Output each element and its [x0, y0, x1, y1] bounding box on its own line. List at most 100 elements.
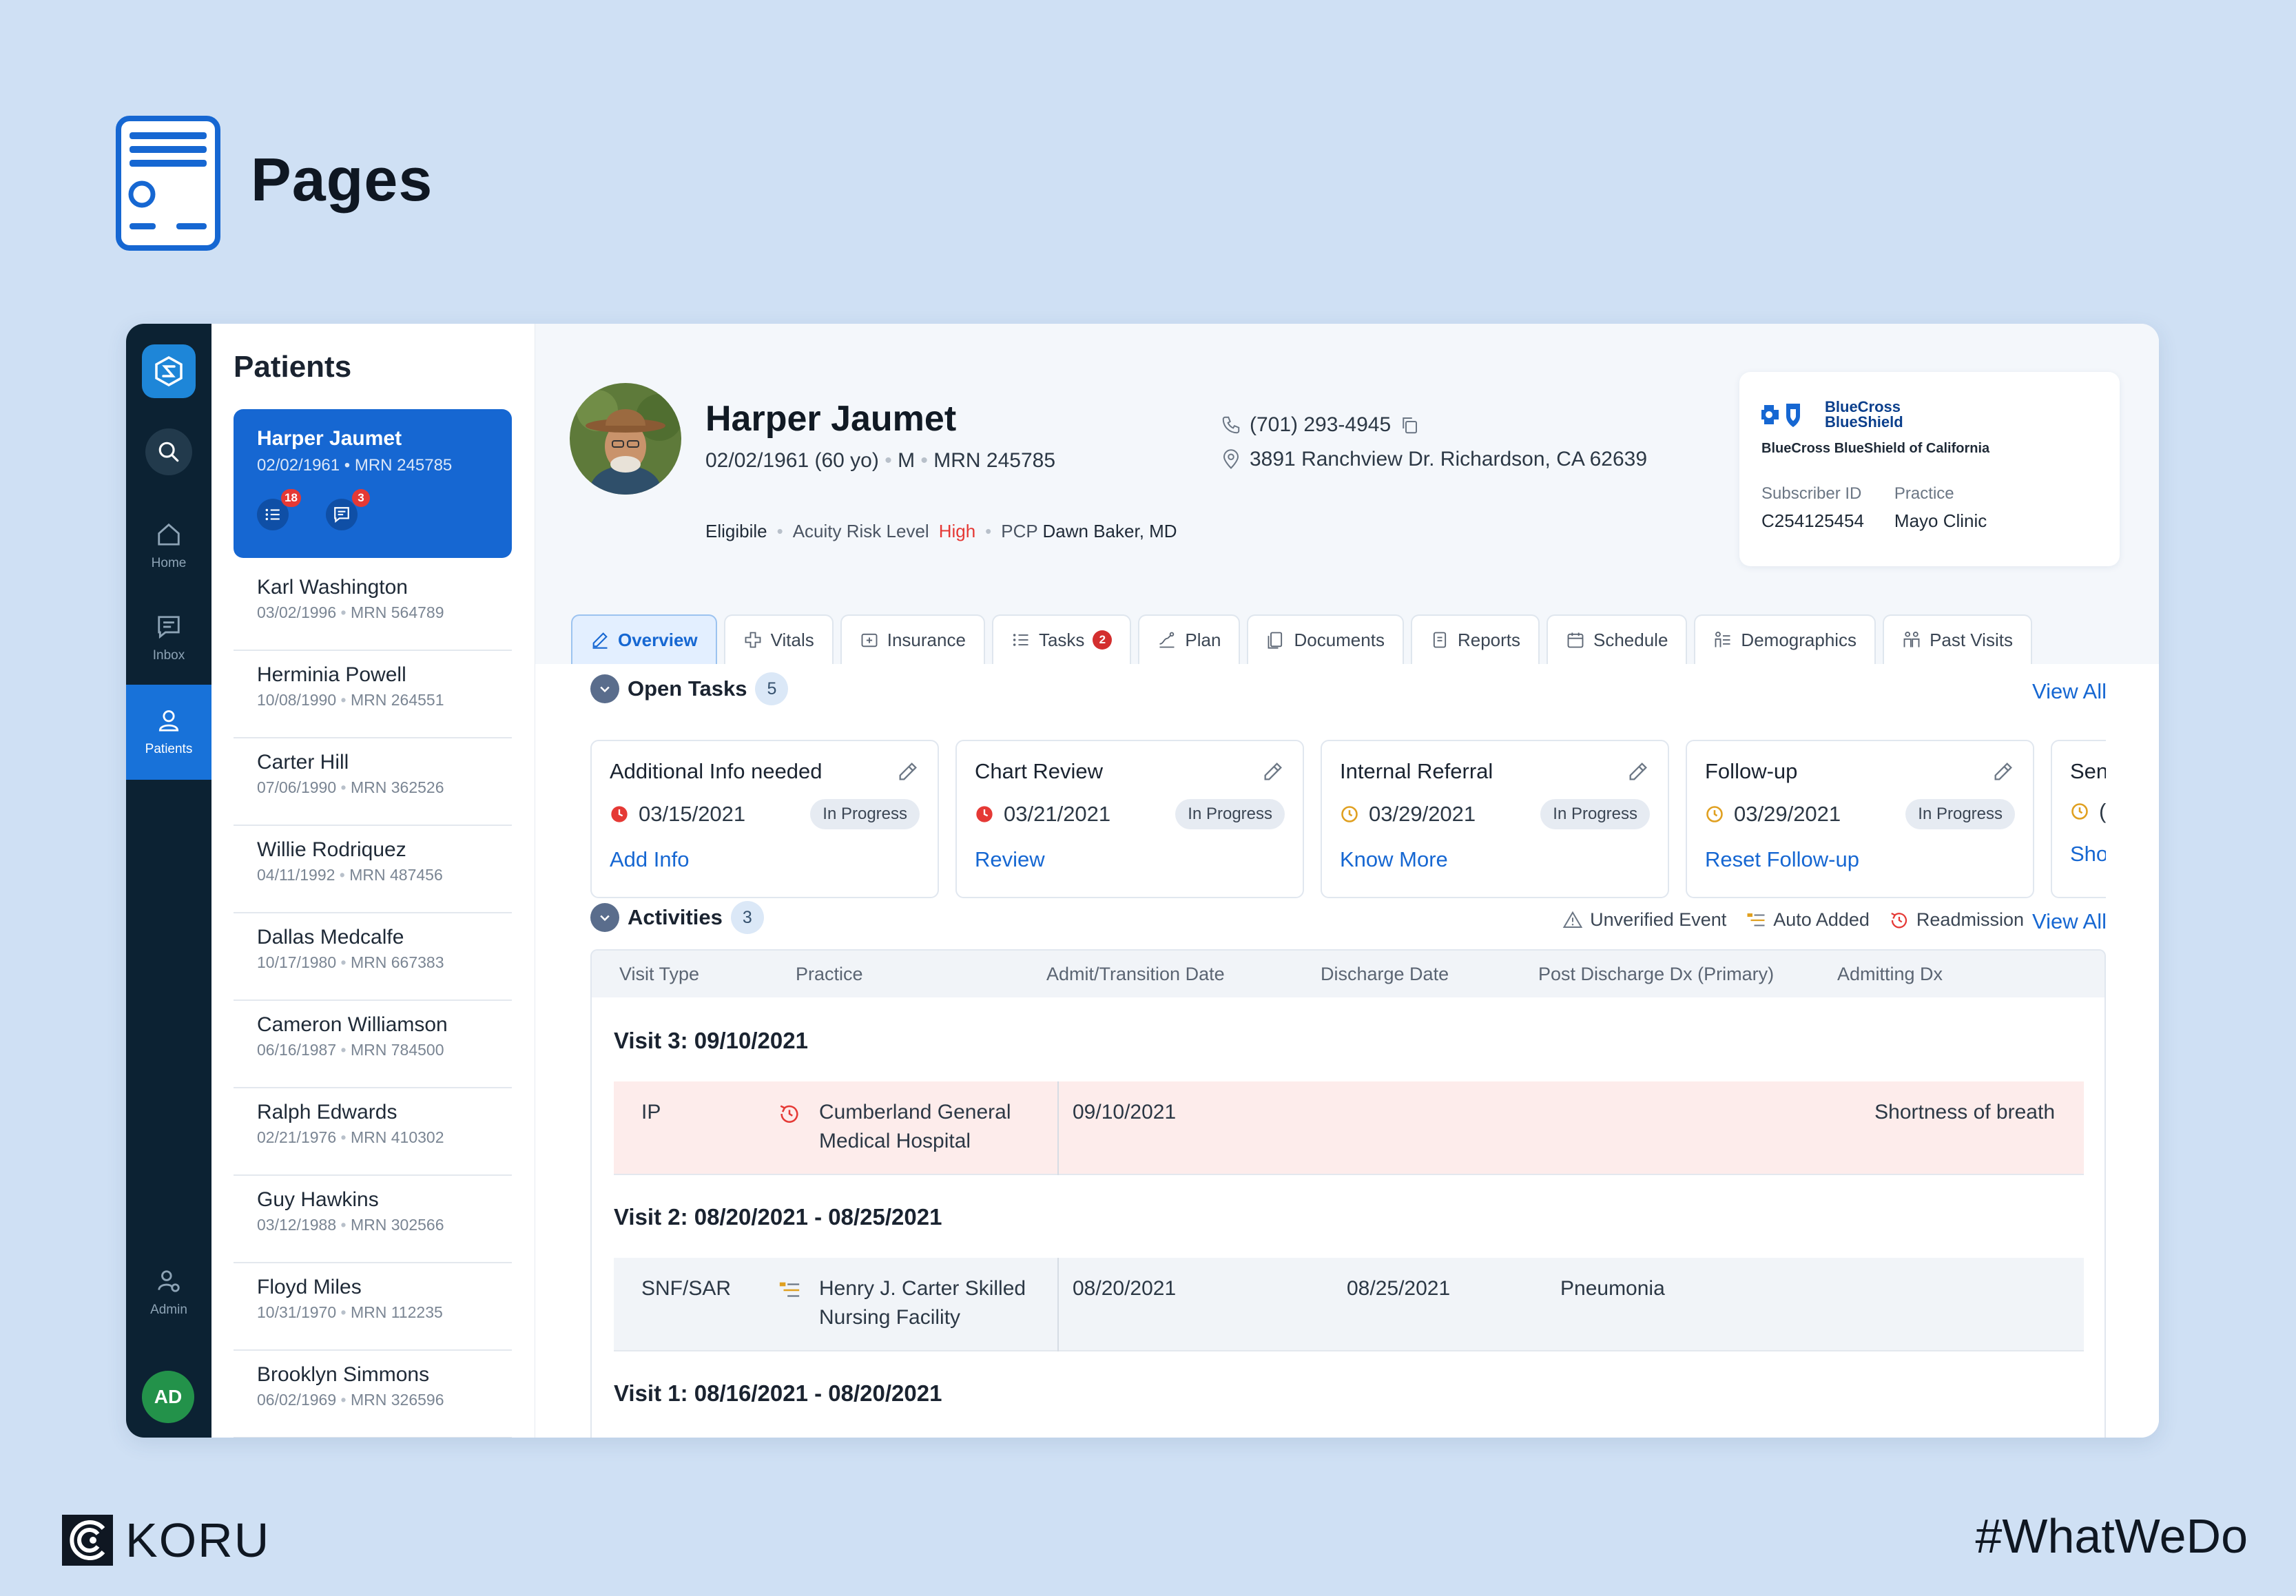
- task-action-link[interactable]: Know More: [1340, 847, 1650, 872]
- task-action-link[interactable]: Add Info: [610, 847, 920, 872]
- patient-meta: 04/11/1992 • MRN 487456: [257, 866, 443, 884]
- patient-item[interactable]: Karl Washington 03/02/1996 • MRN 564789: [234, 563, 512, 651]
- task-card[interactable]: Follow-up 03/29/2021 In Progress Reset Foll…: [1686, 740, 2034, 898]
- patient-item[interactable]: Floyd Miles 10/31/1970 • MRN 112235: [234, 1263, 512, 1351]
- patient-sex: M: [898, 449, 916, 472]
- patient-dob: 02/21/1976: [257, 1128, 337, 1146]
- list-icon: [1013, 634, 1028, 646]
- activities-count: 3: [730, 901, 764, 934]
- visit-discharge-date: 08/25/2021: [1347, 1277, 1451, 1300]
- patient-meta: 06/02/1969 • MRN 326596: [257, 1391, 444, 1409]
- patient-item[interactable]: Ralph Edwards 02/21/1976 • MRN 410302: [234, 1088, 512, 1176]
- column-header[interactable]: Discharge Date: [1321, 964, 1449, 985]
- column-header[interactable]: Visit Type: [619, 964, 699, 985]
- visit-type: SNF/SAR: [641, 1277, 732, 1300]
- patient-item[interactable]: Willie Rodriquez 04/11/1992 • MRN 487456: [234, 826, 512, 913]
- practice-label: Practice: [1894, 484, 1954, 503]
- patient-mrn: MRN 564789: [350, 603, 444, 621]
- patient-item[interactable]: Brooklyn Simmons 06/02/1969 • MRN 326596: [234, 1351, 512, 1438]
- tab-schedule[interactable]: Schedule: [1547, 614, 1688, 664]
- task-action-link[interactable]: Sho: [2070, 842, 2106, 867]
- task-action-link[interactable]: Review: [975, 847, 1285, 872]
- tasks-badge-button[interactable]: 18: [257, 489, 301, 530]
- column-header[interactable]: Admitting Dx: [1837, 964, 1943, 985]
- tab-label: Schedule: [1593, 629, 1668, 650]
- column-header[interactable]: Practice: [796, 964, 863, 985]
- patient-item[interactable]: Herminia Powell 10/08/1990 • MRN 264551: [234, 651, 512, 738]
- patient-name: Guy Hawkins: [257, 1188, 379, 1211]
- tab-label: Insurance: [887, 629, 966, 650]
- tab-plan[interactable]: Plan: [1138, 614, 1241, 664]
- location-pin-icon: [1223, 449, 1239, 469]
- patient-name: Cameron Williamson: [257, 1013, 448, 1036]
- task-card[interactable]: Sen (Sho: [2051, 740, 2106, 898]
- clock-icon: [2070, 802, 2089, 821]
- patient-item[interactable]: Carter Hill 07/06/1990 • MRN 362526: [234, 738, 512, 826]
- table-row[interactable]: SNF/SAR Henry J. Carter Skilled Nursing …: [614, 1258, 2084, 1351]
- task-title: Internal Referral: [1340, 759, 1493, 783]
- chevron-down-icon[interactable]: [590, 674, 619, 703]
- task-card[interactable]: Internal Referral 03/29/2021 In Progress Kn…: [1321, 740, 1669, 898]
- tab-tasks[interactable]: Tasks 2: [991, 614, 1132, 664]
- task-title: Chart Review: [975, 759, 1104, 783]
- user-avatar[interactable]: AD: [142, 1371, 194, 1423]
- plan-icon: [1159, 632, 1175, 648]
- patient-item-active[interactable]: Harper Jaumet 02/02/1961 • MRN 245785 18…: [234, 409, 512, 558]
- tab-label: Tasks: [1038, 629, 1085, 650]
- edit-icon[interactable]: [1626, 760, 1650, 783]
- patient-dob: 06/02/1969: [257, 1391, 337, 1409]
- app-window: Home Inbox Patients Admin AD Patients Ha…: [126, 324, 2159, 1438]
- activities-header[interactable]: Activities 3: [590, 901, 764, 934]
- tab-demographics[interactable]: Demographics: [1694, 614, 1876, 664]
- visit-type: IP: [641, 1101, 661, 1123]
- patient-name: Karl Washington: [257, 576, 408, 599]
- bluecross-logo-icon: [1761, 404, 1800, 427]
- tab-past-visits[interactable]: Past Visits: [1883, 614, 2032, 664]
- tab-insurance[interactable]: Insurance: [840, 614, 985, 664]
- tab-reports[interactable]: Reports: [1410, 614, 1540, 664]
- column-header[interactable]: Post Discharge Dx (Primary): [1538, 964, 1774, 985]
- patient-address: 3891 Ranchview Dr. Richardson, CA 62639: [1221, 448, 1647, 471]
- rail-item-patients[interactable]: Patients: [126, 685, 211, 780]
- edit-icon[interactable]: [896, 760, 920, 783]
- app-logo[interactable]: [142, 344, 196, 398]
- list-icon: [265, 508, 280, 521]
- patient-item[interactable]: Dallas Medcalfe 10/17/1980 • MRN 667383: [234, 913, 512, 1001]
- task-cards: Additional Info needed 03/15/2021 In Progr…: [590, 740, 2106, 901]
- activities-table: Visit Type Practice Admit/Transition Dat…: [590, 949, 2106, 1438]
- messages-badge-button[interactable]: 3: [326, 489, 370, 530]
- open-tasks-count: 5: [755, 672, 789, 705]
- open-tasks-header[interactable]: Open Tasks 5: [590, 672, 789, 705]
- pen-icon: [592, 632, 608, 649]
- phone-number: (701) 293-4945: [1250, 413, 1392, 436]
- table-row[interactable]: IP Cumberland General Medical Hospital 0…: [614, 1081, 2084, 1175]
- status-badge: In Progress: [1540, 799, 1650, 829]
- rail-item-home[interactable]: Home: [126, 501, 211, 591]
- column-header[interactable]: Admit/Transition Date: [1046, 964, 1225, 985]
- visit-heading: Visit 3: 09/10/2021: [614, 1028, 808, 1053]
- task-action-link[interactable]: Reset Follow-up: [1705, 847, 2015, 872]
- tab-overview[interactable]: Overview: [571, 614, 717, 664]
- rail-item-admin[interactable]: Admin: [126, 1248, 211, 1338]
- task-card[interactable]: Additional Info needed 03/15/2021 In Progr…: [590, 740, 939, 898]
- insurance-full-name: BlueCross BlueShield of California: [1761, 441, 1990, 456]
- edit-icon[interactable]: [1992, 760, 2015, 783]
- demographics-icon: [1715, 631, 1730, 647]
- patient-item[interactable]: Cameron Williamson 06/16/1987 • MRN 78450…: [234, 1001, 512, 1088]
- edit-icon[interactable]: [1261, 760, 1285, 783]
- tab-documents[interactable]: Documents: [1247, 614, 1404, 664]
- tab-vitals[interactable]: Vitals: [723, 614, 834, 664]
- task-card[interactable]: Chart Review 03/21/2021 In Progress Review: [955, 740, 1304, 898]
- patient-photo: [570, 383, 681, 495]
- rail-item-inbox[interactable]: Inbox: [126, 594, 211, 683]
- activities-view-all-link[interactable]: View All: [2032, 909, 2107, 934]
- inbox-icon: [158, 616, 180, 639]
- copy-icon[interactable]: [1399, 415, 1420, 435]
- patient-item[interactable]: Guy Hawkins 03/12/1988 • MRN 302566: [234, 1176, 512, 1263]
- open-tasks-view-all-link[interactable]: View All: [2032, 679, 2107, 704]
- search-icon[interactable]: [145, 428, 192, 475]
- patient-status-line: Eligibile • Acuity Risk Level High • PCP…: [705, 521, 1177, 541]
- patient-meta: 10/17/1980 • MRN 667383: [257, 953, 444, 971]
- user-icon: [158, 710, 179, 732]
- chevron-down-icon[interactable]: [590, 903, 619, 932]
